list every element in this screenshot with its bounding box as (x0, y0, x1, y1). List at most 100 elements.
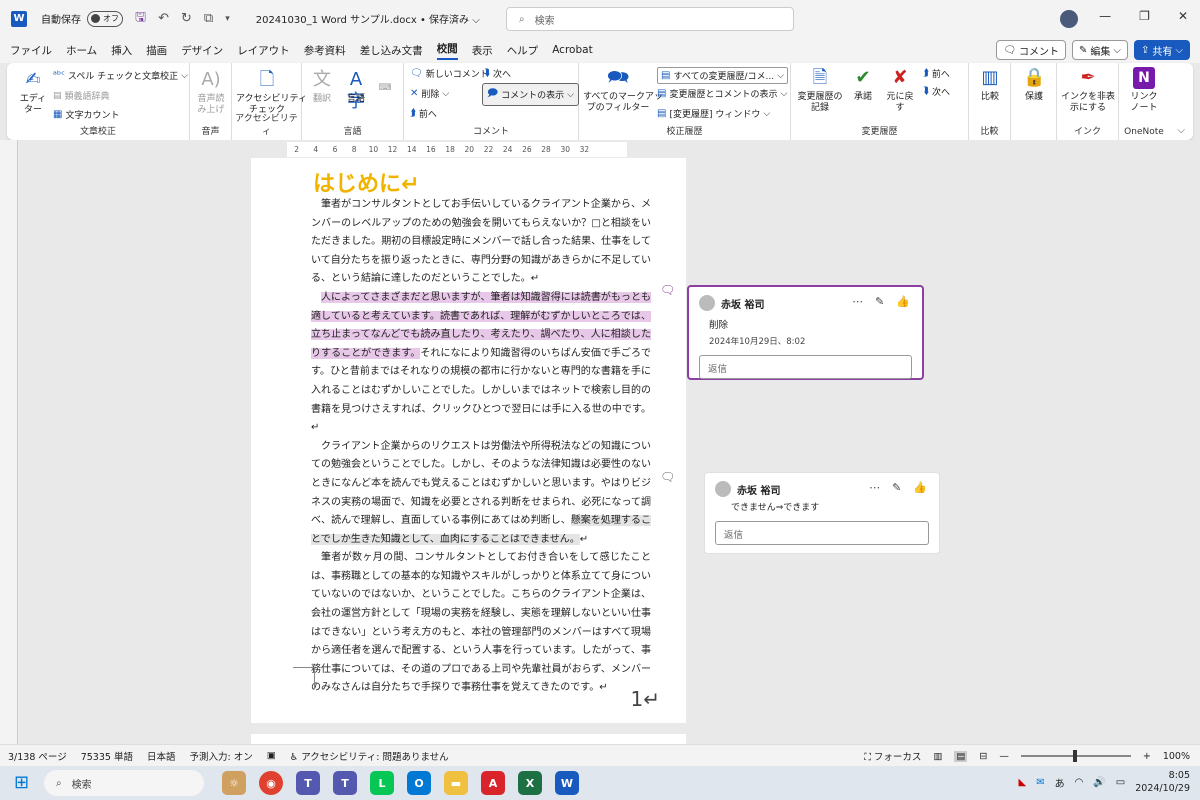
read-mode-icon[interactable]: ▥ (933, 751, 942, 762)
translate-button[interactable]: 文翻訳 (308, 69, 336, 105)
prev-change-button[interactable]: ⮭ 前へ (923, 67, 950, 80)
next-change-button[interactable]: ⮯ 次へ (923, 85, 950, 98)
comment-marker-icon[interactable]: 🗨 (660, 283, 675, 297)
comment-card-1[interactable]: 赤坂 裕司 ⋯ ✎ 👍 削除 2024年10月29日、8:02 返信 (687, 285, 924, 380)
accessibility-check-button[interactable]: 🗋 アクセシビリティ チェック (236, 69, 307, 116)
linked-notes-button[interactable]: N リンク ノート (1125, 67, 1163, 114)
excel-icon[interactable]: X (518, 771, 542, 795)
document-body[interactable]: 筆者がコンサルタントとしてお手伝いしているクライアント企業から、メンバーのレベル… (311, 196, 652, 698)
protect-button[interactable]: 🔒 保護 (1017, 67, 1051, 103)
comment-marker-icon[interactable]: 🗨 (660, 470, 675, 484)
undo-icon[interactable]: ↶ (158, 11, 169, 26)
windows-start-icon[interactable]: ⊞ (14, 773, 34, 793)
zoom-level[interactable]: 100% (1163, 751, 1190, 762)
close-icon[interactable]: ✕ (1178, 9, 1188, 23)
collapse-ribbon-icon[interactable]: ⌵ (1177, 125, 1185, 136)
proofing-icon[interactable]: ▣ (267, 750, 276, 761)
editing-mode-button[interactable]: ✎ 編集 ⌵ (1072, 40, 1129, 60)
track-changes-button[interactable]: 🗎 変更履歴の 記録 (795, 67, 845, 114)
tab-10[interactable]: ヘルプ (507, 43, 539, 58)
teams-icon[interactable]: T (296, 771, 320, 795)
show-comments-button[interactable]: 🗩 コメントの表示 ⌵ (482, 83, 579, 106)
customize-qat-icon[interactable]: ▾ (225, 14, 230, 24)
document-page[interactable]: はじめに↵ 筆者がコンサルタントとしてお手伝いしているクライアント企業から、メン… (251, 158, 686, 723)
delete-comment-button[interactable]: ✕ 削除 ⌵ (410, 87, 449, 100)
tab-5[interactable]: レイアウト (237, 43, 290, 58)
tab-3[interactable]: 描画 (146, 43, 167, 58)
editor-button[interactable]: ✍ エディ ター (15, 69, 51, 116)
markup-dropdown[interactable]: ▤ すべての変更履歴/コメ... ⌵ (657, 67, 788, 84)
text-predictions[interactable]: 予測入力: オン (189, 749, 252, 763)
save-icon[interactable]: 🖫 (135, 8, 146, 30)
thesaurus-button[interactable]: ▤ 類義語辞典 (53, 89, 110, 103)
language-status[interactable]: 日本語 (147, 749, 176, 763)
file-explorer-icon[interactable]: ▬ (444, 771, 468, 795)
clock[interactable]: 8:05 2024/10/29 (1135, 769, 1190, 795)
tab-7[interactable]: 差し込み文書 (360, 43, 423, 58)
taskbar-search[interactable]: ⌕ 検索 (44, 770, 204, 796)
wifi-icon[interactable]: ◠ (1075, 777, 1084, 788)
comment-card-2[interactable]: 赤坂 裕司 ⋯ ✎ 👍 できません⇒できます 返信 (704, 472, 940, 554)
widget-icon[interactable]: ☼ (222, 771, 246, 795)
tab-8[interactable]: 校閲 (436, 41, 458, 60)
reviewing-pane-button[interactable]: ▤ [変更履歴] ウィンドウ ⌵ (657, 107, 770, 120)
like-icon[interactable]: 👍 (913, 481, 927, 494)
more-options-icon[interactable]: ⋯ (869, 481, 880, 494)
hide-ink-button[interactable]: ✒ インクを非表 示にする (1059, 67, 1117, 114)
accessibility-status[interactable]: ♿ アクセシビリティ: 問題ありません (290, 749, 449, 763)
keyboard-icon[interactable]: ⌨ (376, 83, 394, 94)
markup-filter-button[interactable]: 🗪 すべてのマークアッ プのフィルター (583, 67, 663, 114)
compare-button[interactable]: ▥ 比較 (973, 67, 1007, 103)
share-button[interactable]: ⇪ 共有 ⌵ (1134, 40, 1190, 60)
web-layout-icon[interactable]: ⊟ (979, 751, 987, 762)
tab-6[interactable]: 参考資料 (304, 43, 346, 58)
zoom-slider[interactable] (1020, 750, 1131, 762)
accept-button[interactable]: ✔ 承諾 (849, 67, 877, 103)
reject-button[interactable]: ✘ 元に戻 す (883, 67, 917, 114)
tab-1[interactable]: ホーム (66, 43, 97, 58)
print-layout-icon[interactable]: ▤ (954, 750, 968, 762)
tray-app-icon[interactable]: ◣ (1019, 777, 1027, 788)
tab-11[interactable]: Acrobat (552, 44, 593, 56)
line-icon[interactable]: L (370, 771, 394, 795)
zoom-in-icon[interactable]: + (1143, 751, 1151, 762)
horizontal-ruler[interactable]: 2 4 6 8 10 12 14 16 18 20 22 24 26 28 30 32 (287, 142, 627, 157)
avatar[interactable] (1060, 10, 1078, 28)
search-input[interactable]: ⌕ 検索 (506, 7, 794, 31)
word-icon[interactable]: W (555, 771, 579, 795)
page-count[interactable]: 3/138 ページ (8, 749, 67, 763)
ime-indicator[interactable]: あ (1055, 775, 1065, 790)
prev-comment-button[interactable]: ⮭ 前へ (410, 107, 437, 120)
new-comment-button[interactable]: 🗨 新しいコメント (410, 67, 489, 80)
tab-2[interactable]: 挿入 (111, 43, 132, 58)
zoom-out-icon[interactable]: — (999, 751, 1009, 762)
reply-input[interactable]: 返信 (715, 521, 929, 545)
copy-icon[interactable]: ⧉ (204, 11, 213, 26)
tab-0[interactable]: ファイル (10, 43, 52, 58)
battery-icon[interactable]: ▭ (1116, 777, 1125, 788)
minimize-icon[interactable]: — (1099, 9, 1111, 23)
read-aloud-button[interactable]: A) 音声読 み上げ (194, 69, 228, 116)
chrome-icon[interactable]: ◉ (259, 771, 283, 795)
show-markup-button[interactable]: ▤ 変更履歴とコメントの表示 ⌵ (657, 87, 787, 100)
restore-icon[interactable]: ❐ (1139, 9, 1150, 23)
reply-input[interactable]: 返信 (699, 355, 912, 379)
word-count[interactable]: 75335 単語 (81, 749, 133, 763)
focus-button[interactable]: ⛶ フォーカス (864, 749, 921, 763)
next-comment-button[interactable]: ⮯ 次へ (484, 67, 511, 80)
language-button[interactable]: A字 言語 (342, 69, 370, 112)
wordcount-button[interactable]: ▦ 文字カウント (53, 108, 119, 121)
document-title[interactable]: 20241030_1 Word サンプル.docx • 保存済み ⌵ (256, 11, 480, 26)
comment-pane-button[interactable]: 🗨 コメント (996, 40, 1067, 60)
redo-icon[interactable]: ↻ (181, 11, 192, 26)
autosave-toggle[interactable]: オフ (87, 10, 123, 27)
spellcheck-button[interactable]: ᵃᵇᶜ スペル チェックと文章校正 ⌵ (53, 69, 188, 82)
tab-9[interactable]: 表示 (472, 43, 493, 58)
volume-icon[interactable]: 🔊 (1093, 777, 1105, 788)
edit-icon[interactable]: ✎ (875, 295, 884, 308)
edit-icon[interactable]: ✎ (892, 481, 901, 494)
acrobat-icon[interactable]: A (481, 771, 505, 795)
teams-chat-icon[interactable]: T (333, 771, 357, 795)
like-icon[interactable]: 👍 (896, 295, 910, 308)
tab-4[interactable]: デザイン (181, 43, 223, 58)
